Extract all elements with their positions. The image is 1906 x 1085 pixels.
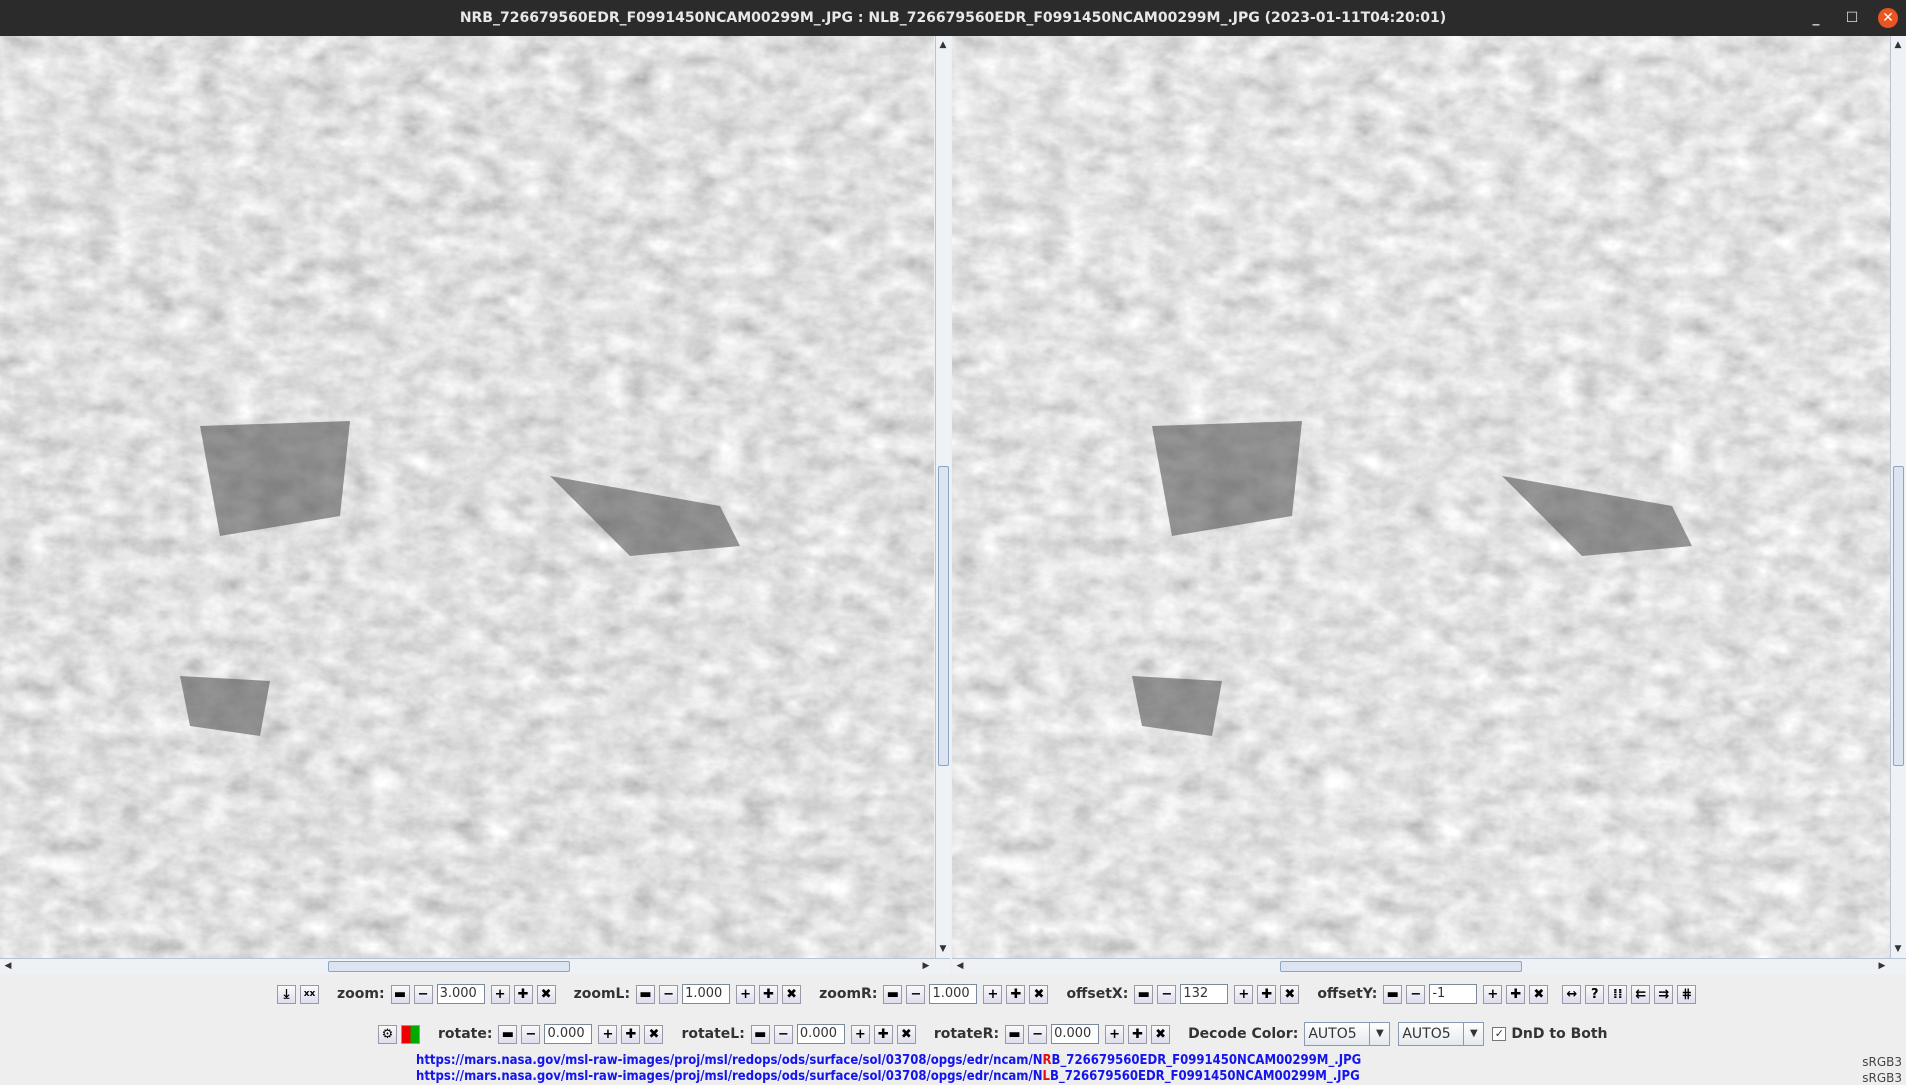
left-mars-image	[0, 36, 934, 958]
align-left-icon[interactable]: ⇇	[1631, 984, 1651, 1004]
rotate-increment-large-button[interactable]: ✚	[621, 1024, 641, 1044]
rotate-reset-button[interactable]: ✖	[644, 1024, 664, 1044]
offsetY-input[interactable]: -1	[1429, 984, 1478, 1004]
settings-icon[interactable]: ⚙	[378, 1024, 397, 1044]
left-vertical-scrollbar[interactable]: ▲ ▼	[935, 36, 951, 958]
offsetX-reset-button[interactable]: ✖	[1280, 984, 1300, 1004]
rotateL-reset-button[interactable]: ✖	[896, 1024, 916, 1044]
zoomR-decrement-button[interactable]: −	[906, 984, 926, 1004]
align-grid-icon[interactable]: ⁞⁞	[1608, 984, 1628, 1004]
zoom-increment-button[interactable]: +	[490, 984, 510, 1004]
save-icon[interactable]: ⤓	[277, 984, 296, 1004]
rotateL-decrement-large-button[interactable]: ▬	[750, 1024, 770, 1044]
zoom-decrement-large-button[interactable]: ▬	[390, 984, 410, 1004]
color-profile-label: sRGB3	[1862, 1071, 1902, 1085]
color-channels-icon[interactable]	[401, 1024, 420, 1044]
dnd-both-label: DnD to Both	[1511, 1026, 1608, 1042]
chevron-down-icon: ▼	[1369, 1023, 1389, 1045]
zoomL-decrement-button[interactable]: −	[659, 984, 679, 1004]
rotateR-reset-button[interactable]: ✖	[1151, 1024, 1171, 1044]
zoom-input[interactable]: 3.000	[436, 984, 485, 1004]
rotateR-increment-large-button[interactable]: ✚	[1128, 1024, 1148, 1044]
rotateL-input[interactable]: 0.000	[796, 1024, 845, 1044]
rotate-label: rotate:	[438, 1026, 493, 1042]
toolbar-row-1: ⤓ xx zoom: ▬ −3.000 + ✚ ✖ zoomL: ▬ −1.000 + ✚ ✖ zoom…	[277, 983, 1700, 1005]
offsetY-label: offsetY:	[1317, 986, 1378, 1002]
zoom-increment-large-button[interactable]: ✚	[513, 984, 533, 1004]
decode-color-left-select[interactable]: AUTO5 ▼	[1304, 1022, 1391, 1046]
zoomL-input[interactable]: 1.000	[682, 984, 731, 1004]
offsetX-increment-button[interactable]: +	[1234, 984, 1254, 1004]
align-both-icon[interactable]: ⋕	[1677, 984, 1697, 1004]
rotateL-label: rotateL:	[681, 1026, 745, 1042]
zoomR-label: zoomR:	[819, 986, 878, 1002]
rotateR-decrement-large-button[interactable]: ▬	[1005, 1024, 1025, 1044]
offsetX-label: offsetX:	[1066, 986, 1129, 1002]
decode-color-label: Decode Color:	[1188, 1026, 1299, 1042]
zoomL-increment-button[interactable]: +	[736, 984, 756, 1004]
rotate-increment-button[interactable]: +	[598, 1024, 618, 1044]
zoomR-decrement-large-button[interactable]: ▬	[883, 984, 903, 1004]
right-horizontal-scrollbar[interactable]: ◀ ▶	[952, 958, 1906, 974]
offsetY-increment-button[interactable]: +	[1483, 984, 1503, 1004]
zoomR-increment-large-button[interactable]: ✚	[1006, 984, 1026, 1004]
right-image-view[interactable]	[952, 36, 1890, 958]
right-image-url[interactable]: https://mars.nasa.gov/msl-raw-images/pro…	[416, 1053, 1361, 1068]
left-image-view[interactable]	[0, 36, 934, 958]
help-icon[interactable]: ?	[1585, 984, 1605, 1004]
close-button[interactable]: ✕	[1878, 8, 1898, 28]
zoomL-decrement-large-button[interactable]: ▬	[636, 984, 656, 1004]
title-bar: NRB_726679560EDR_F0991450NCAM00299M_.JPG…	[0, 0, 1906, 36]
color-profile-label: sRGB3	[1862, 1055, 1902, 1069]
zoomR-increment-button[interactable]: +	[983, 984, 1003, 1004]
decode-color-value: AUTO5	[1402, 1026, 1451, 1042]
rotate-decrement-large-button[interactable]: ▬	[498, 1024, 518, 1044]
offsetY-increment-large-button[interactable]: ✚	[1506, 984, 1526, 1004]
zoomL-reset-button[interactable]: ✖	[782, 984, 802, 1004]
rotate-input[interactable]: 0.000	[544, 1024, 593, 1044]
zoomL-increment-large-button[interactable]: ✚	[759, 984, 779, 1004]
toolbar-row-2: ⚙ rotate: ▬ −0.000 + ✚ ✖ rotateL: ▬ −0.000 + ✚ ✖ rot…	[378, 1022, 1608, 1046]
offsetX-decrement-large-button[interactable]: ▬	[1134, 984, 1154, 1004]
chevron-down-icon: ▼	[1463, 1023, 1483, 1045]
zoom-decrement-button[interactable]: −	[413, 984, 433, 1004]
right-mars-image	[952, 36, 1890, 958]
rotateR-increment-button[interactable]: +	[1105, 1024, 1125, 1044]
zoomR-input[interactable]: 1.000	[929, 984, 978, 1004]
zoomR-reset-button[interactable]: ✖	[1029, 984, 1049, 1004]
swap-horizontal-icon[interactable]: ↔	[1562, 984, 1582, 1004]
rotateL-increment-button[interactable]: +	[850, 1024, 870, 1044]
offsetX-decrement-button[interactable]: −	[1157, 984, 1177, 1004]
minimize-button[interactable]: _	[1806, 8, 1826, 28]
rotateL-decrement-button[interactable]: −	[773, 1024, 793, 1044]
rotateR-label: rotateR:	[933, 1026, 1000, 1042]
offsetX-increment-large-button[interactable]: ✚	[1257, 984, 1277, 1004]
right-vertical-scrollbar[interactable]: ▲ ▼	[1890, 36, 1906, 958]
dnd-both-checkbox[interactable]: ✓	[1492, 1027, 1507, 1041]
decode-color-value: AUTO5	[1308, 1026, 1357, 1042]
offsetY-decrement-large-button[interactable]: ▬	[1383, 984, 1403, 1004]
window-title: NRB_726679560EDR_F0991450NCAM00299M_.JPG…	[459, 10, 1447, 26]
rotateR-input[interactable]: 0.000	[1051, 1024, 1100, 1044]
rotateR-decrement-button[interactable]: −	[1028, 1024, 1048, 1044]
left-horizontal-scrollbar[interactable]: ◀ ▶	[0, 958, 950, 974]
zoomL-label: zoomL:	[573, 986, 631, 1002]
xx-button[interactable]: xx	[300, 984, 319, 1004]
decode-color-right-select[interactable]: AUTO5 ▼	[1398, 1022, 1485, 1046]
offsetY-decrement-button[interactable]: −	[1406, 984, 1426, 1004]
rotate-decrement-button[interactable]: −	[521, 1024, 541, 1044]
offsetY-reset-button[interactable]: ✖	[1529, 984, 1549, 1004]
rotateL-increment-large-button[interactable]: ✚	[873, 1024, 893, 1044]
maximize-button[interactable]: ☐	[1842, 8, 1862, 28]
zoom-label: zoom:	[337, 986, 385, 1002]
zoom-reset-button[interactable]: ✖	[536, 984, 556, 1004]
align-right-icon[interactable]: ⇉	[1654, 984, 1674, 1004]
offsetX-input[interactable]: 132	[1180, 984, 1229, 1004]
left-image-url[interactable]: https://mars.nasa.gov/msl-raw-images/pro…	[416, 1069, 1360, 1084]
